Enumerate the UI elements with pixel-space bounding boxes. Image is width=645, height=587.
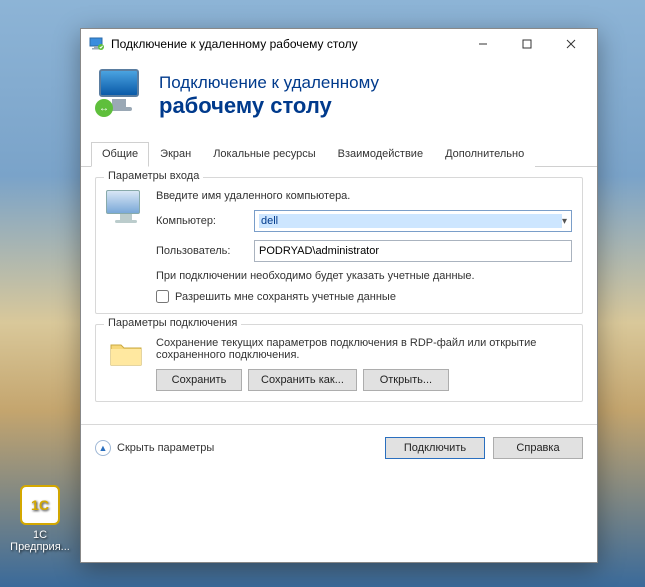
close-button[interactable]	[549, 30, 593, 58]
hide-options-label: Скрыть параметры	[117, 442, 214, 454]
credentials-info: При подключении необходимо будет указать…	[156, 270, 572, 282]
save-credentials-checkbox[interactable]	[156, 290, 169, 303]
connection-group: Параметры подключения Сохранение текущих…	[95, 324, 583, 402]
desktop-shortcut-label: 1С Предприя...	[10, 529, 70, 553]
connection-descr: Сохранение текущих параметров подключени…	[156, 337, 572, 361]
folder-icon	[106, 337, 146, 371]
help-button[interactable]: Справка	[493, 437, 583, 459]
chevron-up-icon: ▲	[95, 440, 111, 456]
computer-icon	[106, 190, 146, 223]
tabstrip: Общие Экран Локальные ресурсы Взаимодейс…	[81, 141, 597, 167]
save-button[interactable]: Сохранить	[156, 369, 242, 391]
computer-label: Компьютер:	[156, 215, 250, 227]
desktop-shortcut-1c[interactable]: 1C 1С Предприя...	[10, 485, 70, 553]
header-line1: Подключение к удаленному	[159, 73, 379, 93]
connection-group-title: Параметры подключения	[104, 317, 241, 329]
open-button[interactable]: Открыть...	[363, 369, 449, 391]
maximize-button[interactable]	[505, 30, 549, 58]
rdp-hero-icon: ↔	[97, 69, 145, 123]
computer-value: dell	[259, 214, 562, 228]
rdp-window: Подключение к удаленному рабочему столу …	[80, 28, 598, 563]
minimize-button[interactable]	[461, 30, 505, 58]
header: ↔ Подключение к удаленному рабочему стол…	[81, 59, 597, 139]
tab-general[interactable]: Общие	[91, 142, 149, 167]
tab-local-resources[interactable]: Локальные ресурсы	[202, 142, 326, 167]
hide-options-toggle[interactable]: ▲ Скрыть параметры	[95, 440, 377, 456]
footer: ▲ Скрыть параметры Подключить Справка	[81, 424, 597, 471]
save-as-button[interactable]: Сохранить как...	[248, 369, 357, 391]
user-label: Пользователь:	[156, 245, 250, 257]
tab-experience[interactable]: Взаимодействие	[327, 142, 434, 167]
tab-display[interactable]: Экран	[149, 142, 202, 167]
user-field[interactable]	[254, 240, 572, 262]
login-group: Параметры входа Введите имя удаленного к…	[95, 177, 583, 314]
titlebar[interactable]: Подключение к удаленному рабочему столу	[81, 29, 597, 59]
tab-body: Параметры входа Введите имя удаленного к…	[81, 167, 597, 424]
window-title: Подключение к удаленному рабочему столу	[111, 37, 461, 51]
1c-icon: 1C	[20, 485, 60, 525]
computer-field[interactable]: dell ▾	[254, 210, 572, 232]
tab-advanced[interactable]: Дополнительно	[434, 142, 535, 167]
login-hint: Введите имя удаленного компьютера.	[156, 190, 572, 202]
connect-button[interactable]: Подключить	[385, 437, 485, 459]
connection-badge-icon: ↔	[95, 99, 113, 117]
app-icon	[89, 36, 105, 52]
save-credentials-label: Разрешить мне сохранять учетные данные	[175, 291, 396, 303]
chevron-down-icon: ▾	[562, 216, 567, 227]
header-line2: рабочему столу	[159, 93, 379, 119]
login-group-title: Параметры входа	[104, 170, 203, 182]
